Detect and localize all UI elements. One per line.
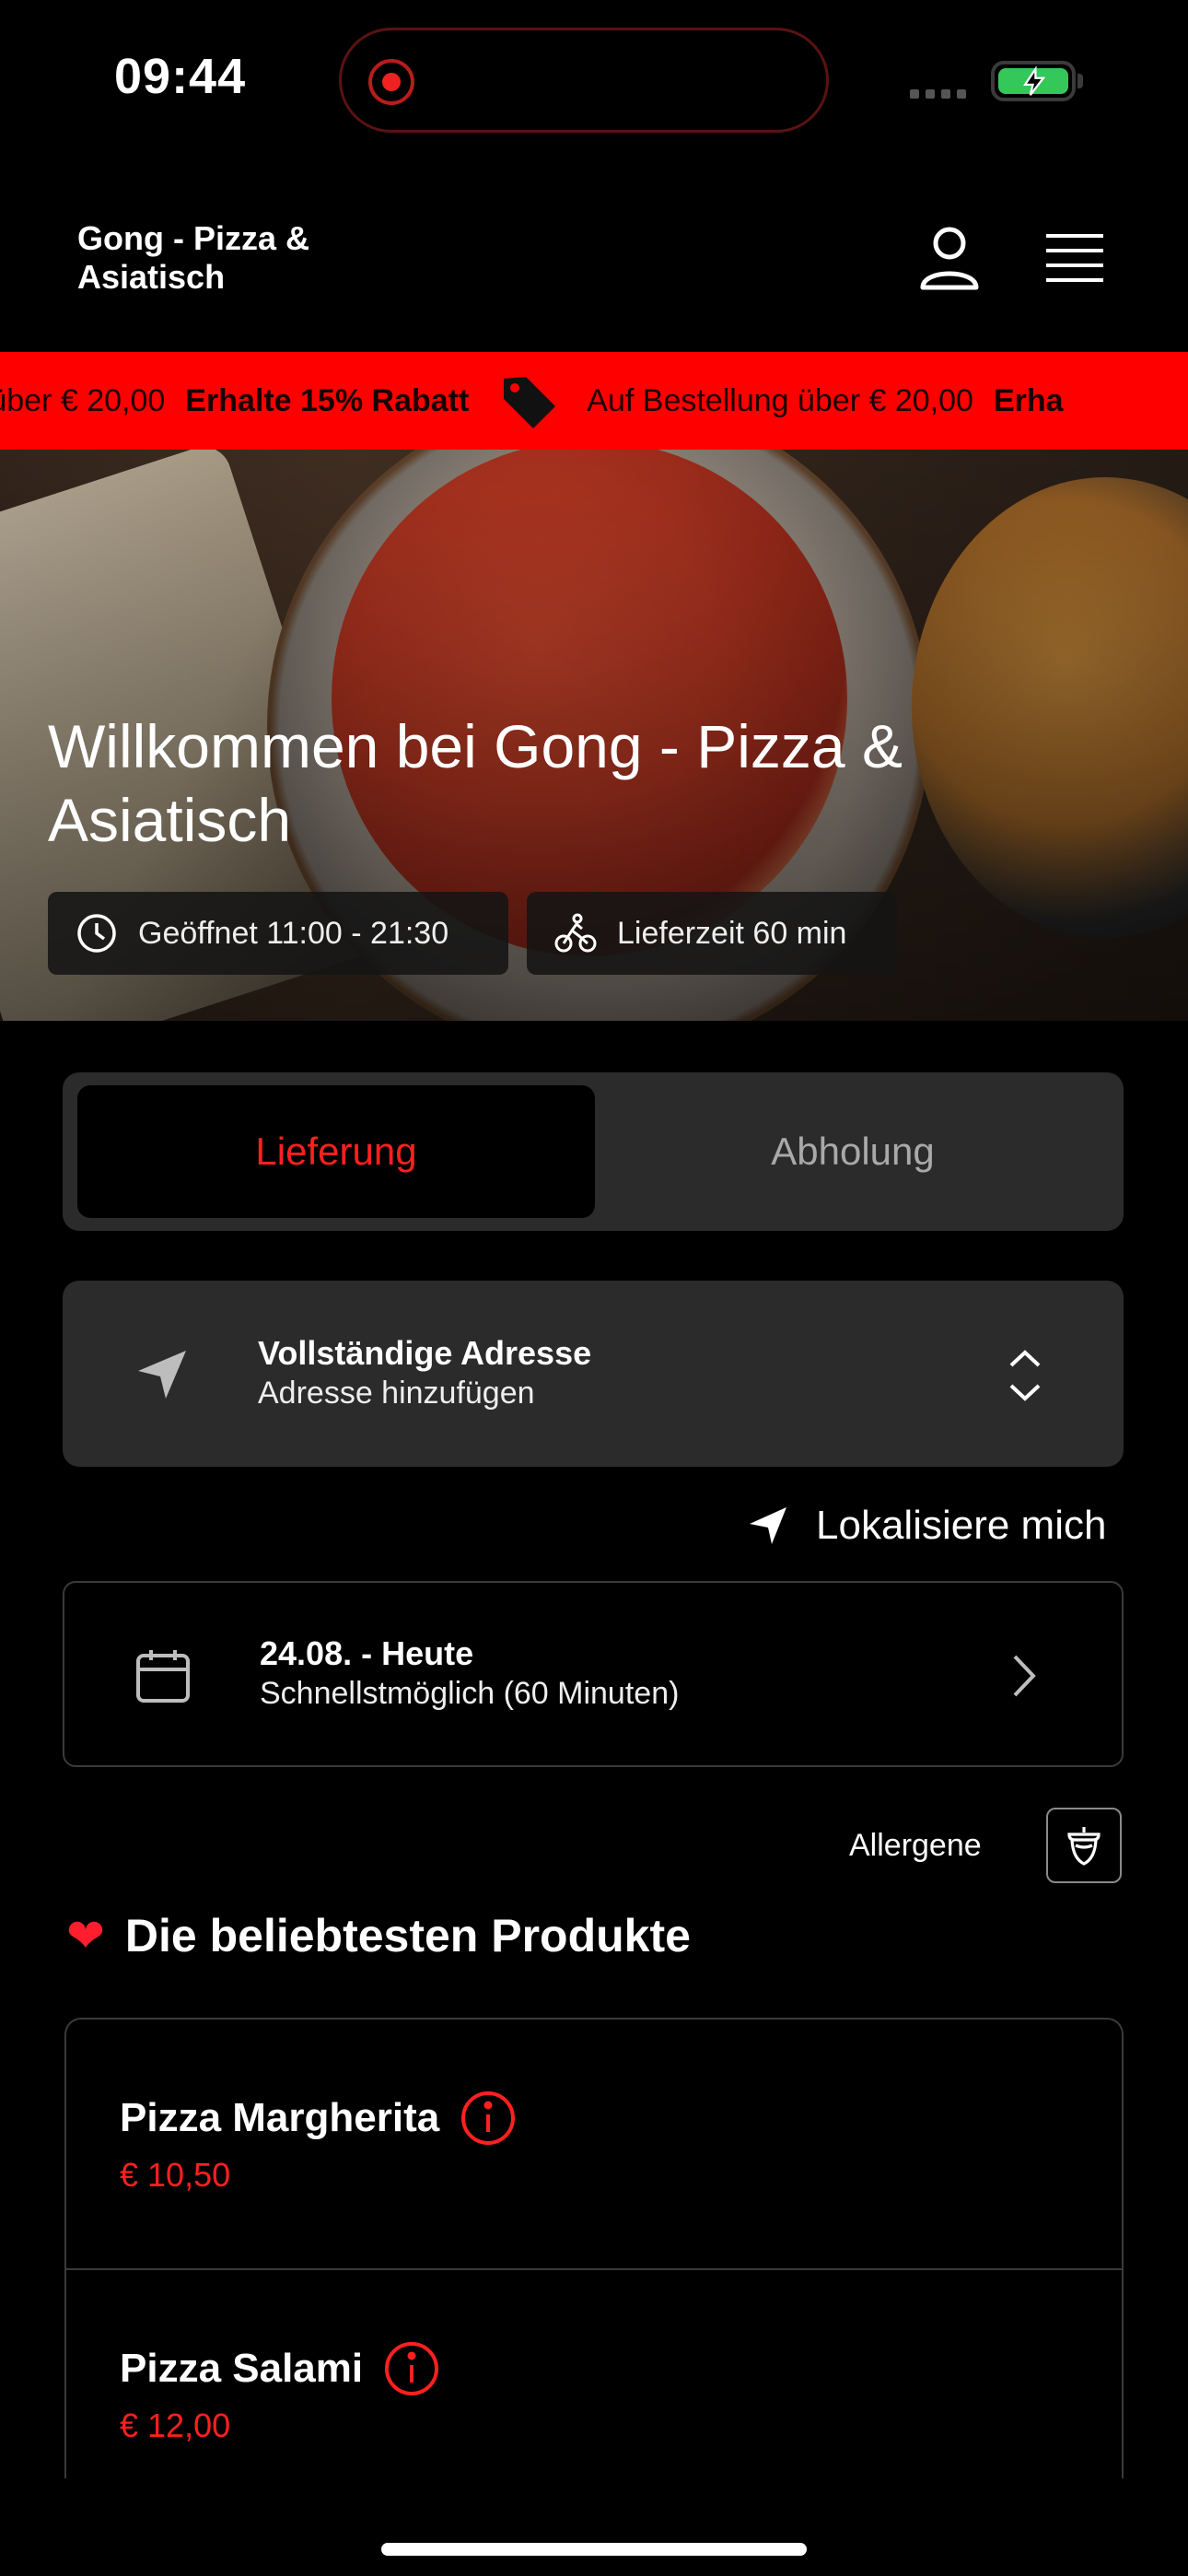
product-item[interactable]: Pizza Margherita € 10,50 [66, 2020, 1122, 2270]
user-icon[interactable] [917, 225, 982, 291]
navigation-arrow-icon [138, 1351, 186, 1399]
product-price: € 12,00 [120, 2406, 231, 2444]
allergens-label[interactable]: Allergene [849, 1828, 982, 1864]
promo-highlight: Erhalte 15% Rabatt [185, 382, 470, 418]
opening-hours-text: Geöffnet 11:00 - 21:30 [138, 915, 449, 951]
popular-products-title-text: Die beliebtesten Produkte [124, 1910, 691, 1961]
schedule-time: Schnellstmöglich (60 Minuten) [260, 1676, 680, 1711]
product-name: Pizza Salami [120, 2346, 364, 2391]
status-time: 09:44 [114, 49, 247, 104]
signal-icon [910, 87, 973, 103]
promo-highlight: Erha [993, 382, 1064, 418]
heart-icon: ❤ [66, 1910, 105, 1961]
tag-icon [504, 377, 556, 428]
menu-icon[interactable] [1044, 230, 1105, 286]
calendar-icon [136, 1650, 190, 1703]
tab-lieferung[interactable]: Lieferung [77, 1124, 595, 1179]
chevron-right-icon [1013, 1655, 1036, 1697]
home-indicator[interactable] [381, 2543, 807, 2556]
promo-text: g über € 20,00 [0, 382, 166, 418]
address-selector[interactable] [63, 1281, 1124, 1467]
promo-banner: g über € 20,00 Erhalte 15% Rabatt Auf Be… [0, 352, 1188, 450]
product-item[interactable]: Pizza Salami € 12,00 [66, 2270, 1122, 2478]
bicycle-icon [554, 913, 597, 953]
delivery-time-badge: Lieferzeit 60 min [527, 892, 897, 975]
product-price: € 10,50 [120, 2156, 231, 2194]
locate-me-label: Lokalisiere mich [816, 1503, 1107, 1548]
product-list: Pizza Margherita € 10,50 Pizza Salami € … [64, 2018, 1124, 2478]
chevron-up-down-icon[interactable] [1007, 1347, 1042, 1404]
allergens-button[interactable] [1046, 1808, 1122, 1883]
info-icon[interactable] [383, 2340, 440, 2397]
locate-me-button[interactable]: Lokalisiere mich [748, 1500, 1125, 1551]
popular-products-title: ❤ Die beliebtesten Produkte [66, 1909, 691, 1962]
product-name: Pizza Margherita [120, 2095, 440, 2140]
hero-banner: Willkommen bei Gong - Pizza & Asiatisch … [0, 450, 1188, 1021]
schedule-date: 24.08. - Heute [260, 1634, 474, 1672]
battery-cap [1077, 74, 1083, 88]
battery-icon [991, 61, 1076, 101]
recording-icon [368, 59, 414, 105]
acorn-icon [1067, 1827, 1101, 1866]
hero-title: Willkommen bei Gong - Pizza & Asiatisch [48, 712, 903, 854]
info-icon[interactable] [460, 2090, 517, 2147]
tab-abholung[interactable]: Abholung [595, 1124, 1111, 1179]
address-subtitle: Adresse hinzufügen [258, 1376, 535, 1411]
delivery-time-selector[interactable] [63, 1581, 1124, 1767]
address-title: Vollständige Adresse [258, 1334, 592, 1372]
delivery-time-text: Lieferzeit 60 min [617, 915, 847, 951]
brand-name[interactable]: Gong - Pizza & Asiatisch [77, 219, 409, 297]
location-arrow-icon [750, 1507, 786, 1544]
clock-icon [77, 914, 116, 953]
opening-hours-badge: Geöffnet 11:00 - 21:30 [48, 892, 508, 975]
promo-text: Auf Bestellung über € 20,00 [587, 382, 973, 418]
